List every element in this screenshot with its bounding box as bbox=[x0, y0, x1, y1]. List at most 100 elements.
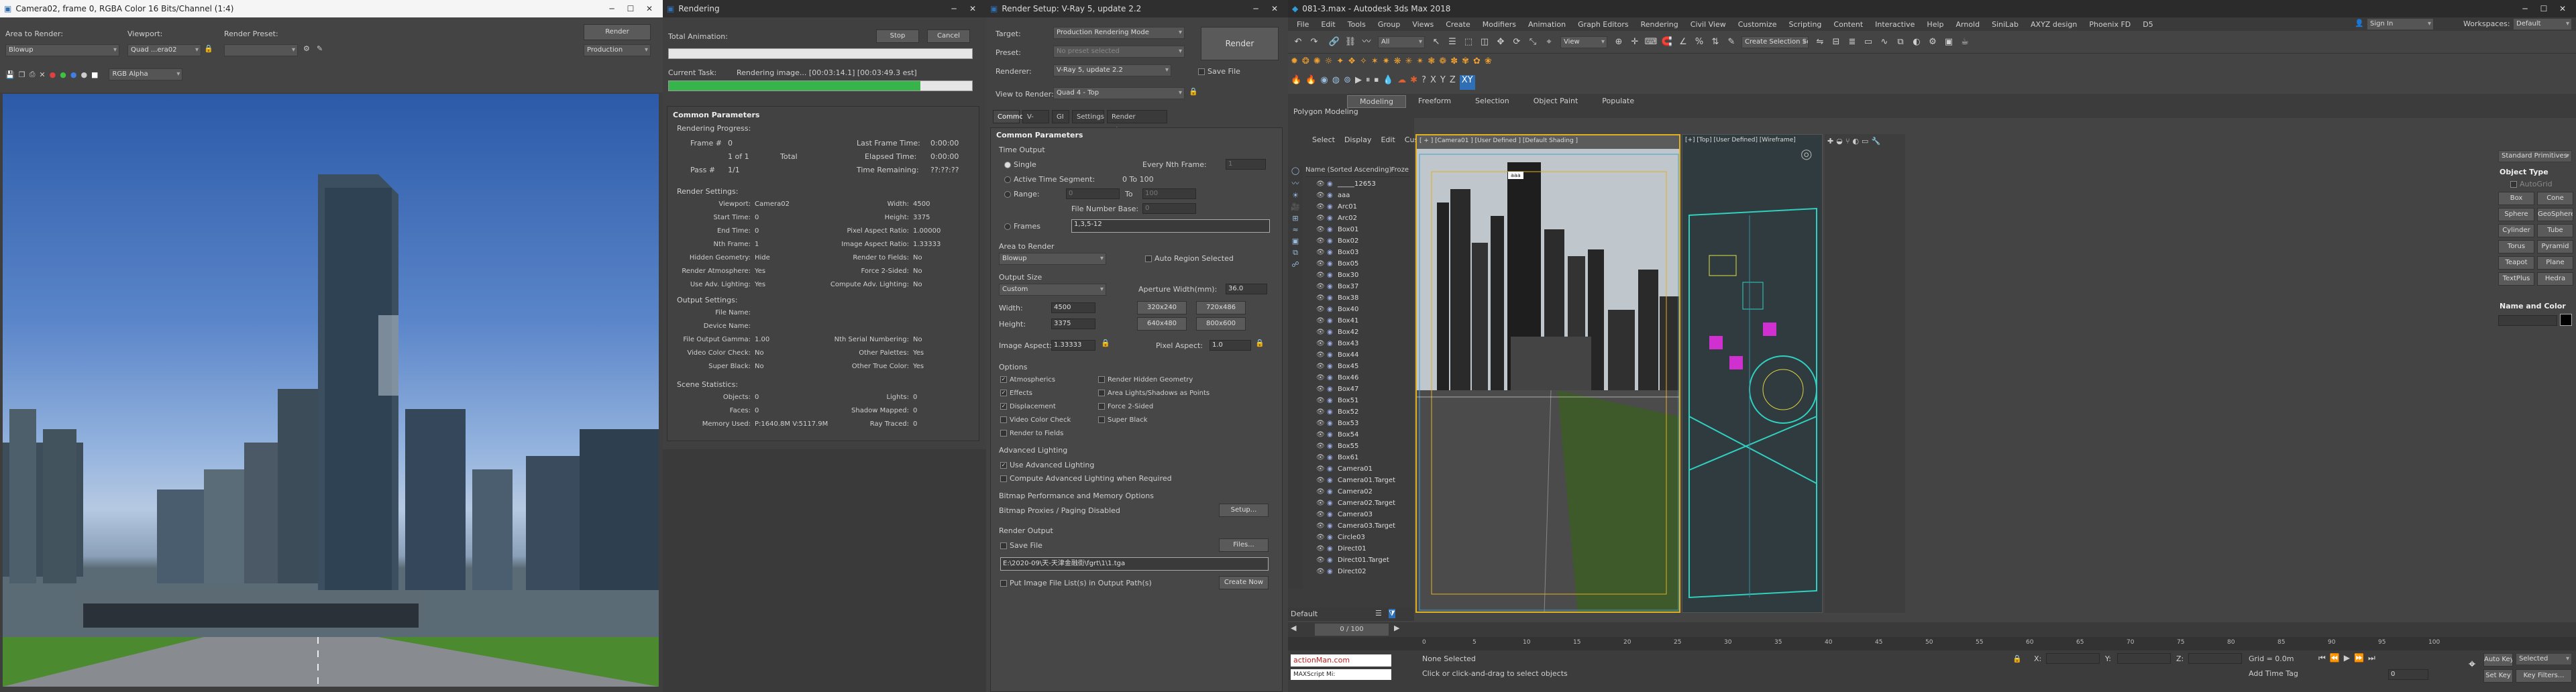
clone-icon[interactable]: ❐ bbox=[19, 70, 25, 79]
primitive-sphere-button[interactable]: Sphere bbox=[2498, 208, 2534, 221]
workspaces-dropdown[interactable]: Default bbox=[2513, 18, 2572, 30]
checkbox-icon[interactable] bbox=[2510, 181, 2517, 188]
explorer-row[interactable]: 👁 ◉ _____12653 bbox=[1305, 178, 1410, 190]
next-key-icon[interactable]: ⏩ bbox=[2354, 653, 2364, 667]
track-bar-ruler[interactable]: 0 5 10 15 20 25 30 35 40 45 50 55 60 65 70 75 80 85 90 95 10… bbox=[1288, 637, 2576, 650]
explorer-row[interactable]: 👁 ◉ Arc01 bbox=[1305, 201, 1410, 213]
option-checkbox[interactable]: Render to Fields bbox=[1000, 430, 1063, 437]
width-field[interactable]: 4500 bbox=[1051, 302, 1095, 313]
auto-key-button[interactable]: Auto Key bbox=[2483, 653, 2513, 667]
unlink-icon[interactable]: ⛓ bbox=[1343, 35, 1358, 50]
tool-icon[interactable]: 💧 bbox=[1383, 75, 1393, 90]
menu-customize[interactable]: Customize bbox=[1738, 20, 1777, 29]
visibility-icon[interactable]: 👁 bbox=[1316, 281, 1325, 292]
ribbon-tab-populate[interactable]: Populate bbox=[1590, 95, 1646, 108]
option-checkbox[interactable]: Video Color Check bbox=[1000, 416, 1071, 424]
primitive-type-dropdown[interactable]: Standard Primitives bbox=[2498, 150, 2572, 162]
tool-icon[interactable]: ☼ bbox=[1325, 56, 1333, 71]
menu-group[interactable]: Group bbox=[1378, 20, 1401, 29]
explorer-row[interactable]: 👁 ◉ Box54 bbox=[1305, 429, 1410, 441]
angle-snap-icon[interactable]: ∠ bbox=[1676, 35, 1690, 50]
explorer-row[interactable]: 👁 ◉ Camera02 bbox=[1305, 486, 1410, 498]
green-channel-icon[interactable]: ● bbox=[60, 70, 66, 79]
tool-icon[interactable]: ⏹ bbox=[1374, 75, 1379, 90]
explorer-menu-select[interactable]: Select bbox=[1312, 135, 1335, 144]
tool-icon[interactable]: ❋ bbox=[1394, 56, 1401, 71]
motion-tab-icon[interactable]: ◐ bbox=[1852, 137, 1859, 146]
target-dropdown[interactable]: Production Rendering Mode bbox=[1053, 27, 1185, 39]
tool-icon[interactable]: ▶ bbox=[1355, 75, 1362, 90]
tool-icon[interactable]: ✴ bbox=[1416, 56, 1424, 71]
keyboard-shortcut-icon[interactable]: ⌨ bbox=[1644, 35, 1658, 50]
lock-icon[interactable]: 🔒 bbox=[204, 44, 213, 53]
checkbox-icon[interactable] bbox=[1098, 416, 1105, 423]
visibility-icon[interactable]: 👁 bbox=[1316, 520, 1325, 532]
aperture-field[interactable]: 36.0 bbox=[1226, 284, 1267, 294]
menu-file[interactable]: File bbox=[1297, 20, 1309, 29]
render-setup-icon[interactable]: ⚙ bbox=[1925, 35, 1940, 50]
explorer-row[interactable]: 👁 ◉ Box30 bbox=[1305, 270, 1410, 281]
filter-bones-icon[interactable]: ☍ bbox=[1291, 260, 1299, 269]
checkbox-icon[interactable] bbox=[1098, 376, 1105, 383]
viewport-dropdown[interactable]: Quad ...era02 bbox=[127, 44, 201, 56]
save-file-output-checkbox[interactable]: Save File bbox=[1000, 541, 1042, 550]
menu-interactive[interactable]: Interactive bbox=[1875, 20, 1915, 29]
output-path-field[interactable]: E:\2020-09\天-天津金融街\fgrt\1\1.tga bbox=[1000, 557, 1269, 571]
option-checkbox[interactable]: Super Black bbox=[1098, 416, 1148, 424]
modify-tab-icon[interactable]: ◒ bbox=[1836, 137, 1843, 146]
tool-icon[interactable]: ✽ bbox=[1450, 56, 1458, 71]
checkbox-icon[interactable] bbox=[1145, 255, 1152, 262]
visibility-icon[interactable]: 👁 bbox=[1316, 327, 1325, 338]
minimize-icon[interactable]: ─ bbox=[1246, 4, 1265, 13]
visibility-icon[interactable]: 👁 bbox=[1316, 247, 1325, 258]
output-size-dropdown[interactable]: Custom bbox=[999, 284, 1106, 296]
tool-icon[interactable]: ❂ bbox=[1302, 56, 1309, 71]
menu-help[interactable]: Help bbox=[1927, 20, 1943, 29]
ribbon-tab-freeform[interactable]: Freeform bbox=[1406, 95, 1463, 108]
stop-button[interactable]: Stop bbox=[876, 30, 919, 43]
minimize-icon[interactable]: ─ bbox=[945, 4, 963, 13]
set-key-button[interactable]: Set Key bbox=[2483, 669, 2513, 683]
explorer-row[interactable]: 👁 ◉ Camera03 bbox=[1305, 509, 1410, 520]
visibility-icon[interactable]: 👁 bbox=[1316, 372, 1325, 384]
checkbox-checked-icon[interactable]: ✓ bbox=[1000, 390, 1007, 396]
go-to-end-icon[interactable]: ⏭ bbox=[2368, 653, 2375, 667]
key-filters-button[interactable]: Key Filters... bbox=[2516, 669, 2572, 683]
menu-content[interactable]: Content bbox=[1833, 20, 1863, 29]
tool-icon[interactable]: ☁ bbox=[1397, 75, 1406, 90]
channel-dropdown[interactable]: RGB Alpha bbox=[109, 68, 183, 80]
explorer-row[interactable]: 👁 ◉ Box03 bbox=[1305, 247, 1410, 258]
preset-320x240-button[interactable]: 320x240 bbox=[1137, 301, 1187, 314]
visibility-icon[interactable]: 👁 bbox=[1316, 566, 1325, 577]
explorer-row[interactable]: 👁 ◉ Box61 bbox=[1305, 452, 1410, 463]
visibility-icon[interactable]: 👁 bbox=[1316, 418, 1325, 429]
ribbon-toggle-icon[interactable]: ▭ bbox=[1861, 35, 1876, 50]
tool-icon[interactable]: ⊚ bbox=[1344, 75, 1351, 90]
ribbon-tab-modeling[interactable]: Modeling bbox=[1347, 95, 1407, 108]
option-checkbox[interactable]: Force 2-Sided bbox=[1098, 403, 1153, 410]
current-frame-field[interactable]: 0 bbox=[2388, 669, 2428, 680]
y-coord-field[interactable] bbox=[2117, 653, 2171, 664]
files-button[interactable]: Files... bbox=[1219, 538, 1269, 552]
print-icon[interactable]: ⎙ bbox=[30, 70, 36, 79]
primitive-textplus-button[interactable]: TextPlus bbox=[2498, 272, 2534, 286]
tool-icon[interactable]: ❃ bbox=[1428, 56, 1435, 71]
visibility-icon[interactable]: 👁 bbox=[1316, 338, 1325, 349]
primitive-pyramid-button[interactable]: Pyramid bbox=[2537, 240, 2573, 253]
clear-icon[interactable]: ✕ bbox=[39, 70, 45, 79]
rect-selection-icon[interactable]: ⬚ bbox=[1461, 35, 1476, 50]
filter-shapes-icon[interactable]: 〰 bbox=[1292, 178, 1299, 188]
save-file-checkbox[interactable]: Save File bbox=[1198, 67, 1240, 76]
filter-helpers-icon[interactable]: ⊞ bbox=[1292, 214, 1298, 223]
top-viewport[interactable]: [+] [Top] [User Defined] [Wireframe] ◎ bbox=[1682, 134, 1823, 613]
object-color-swatch[interactable] bbox=[2560, 314, 2572, 326]
render-button[interactable]: Render bbox=[584, 24, 651, 40]
minimize-icon[interactable]: ─ bbox=[602, 4, 621, 13]
close-icon[interactable]: ✕ bbox=[1265, 4, 1284, 13]
axis-z-icon[interactable]: Z bbox=[1450, 75, 1456, 90]
select-by-name-icon[interactable]: ☰ bbox=[1445, 35, 1460, 50]
tool-icon[interactable]: ✿ bbox=[1473, 56, 1481, 71]
visibility-icon[interactable]: 👁 bbox=[1316, 213, 1325, 224]
explorer-row[interactable]: 👁 ◉ aaa bbox=[1305, 190, 1410, 201]
checkbox-icon[interactable] bbox=[1098, 403, 1105, 410]
